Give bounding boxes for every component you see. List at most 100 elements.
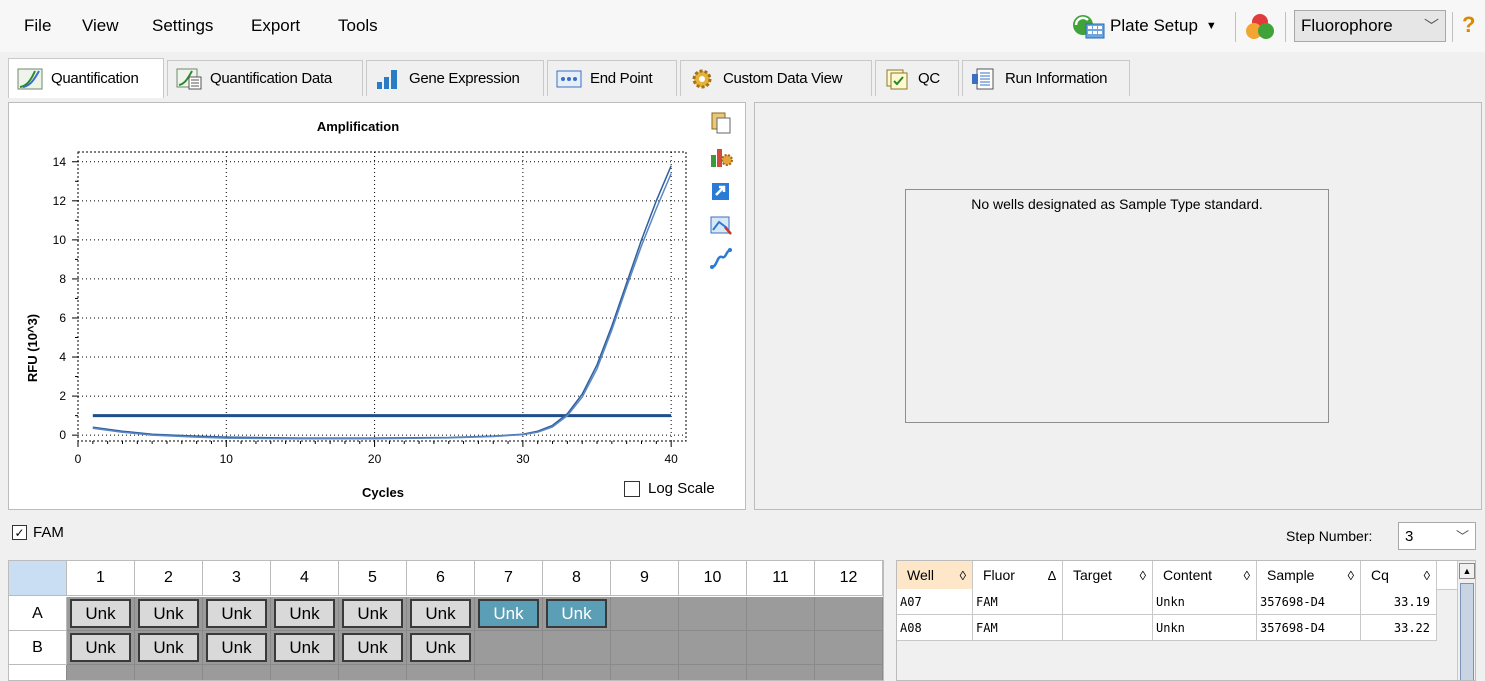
plate-column-header-cell[interactable]: 8: [543, 561, 611, 596]
column-header-cq[interactable]: Cq ◊: [1361, 561, 1437, 589]
column-header-sample[interactable]: Sample ◊: [1257, 561, 1361, 589]
plate-well[interactable]: Unk: [203, 597, 271, 631]
plate-well[interactable]: Unk: [135, 597, 203, 631]
plate-well[interactable]: [815, 597, 883, 631]
plate-well-partial[interactable]: [135, 665, 203, 680]
plate-column-header-cell[interactable]: 10: [679, 561, 747, 596]
scroll-up-icon[interactable]: ▲: [1459, 563, 1475, 579]
plate-row-header[interactable]: A: [9, 597, 67, 631]
plate-well[interactable]: Unk: [407, 597, 475, 631]
plate-column-header-cell[interactable]: 2: [135, 561, 203, 596]
fam-checkbox[interactable]: ✓: [12, 525, 27, 540]
table-cell[interactable]: 33.22: [1361, 615, 1437, 641]
table-cell[interactable]: Unkn: [1153, 589, 1257, 615]
plate-column-header-cell[interactable]: 7: [475, 561, 543, 596]
color-dots-button[interactable]: [1243, 12, 1277, 45]
menu-tools[interactable]: Tools: [338, 16, 378, 36]
table-cell[interactable]: 357698-D4: [1257, 615, 1361, 641]
plate-well[interactable]: [747, 631, 815, 665]
fluorophore-select[interactable]: Fluorophore ﹀: [1294, 10, 1446, 42]
plate-well-partial[interactable]: [203, 665, 271, 680]
menu-file[interactable]: File: [24, 16, 51, 36]
scrollbar-thumb[interactable]: [1460, 583, 1474, 680]
plate-well[interactable]: Unk: [339, 631, 407, 665]
plate-well[interactable]: [611, 597, 679, 631]
zoom-tool-icon[interactable]: [709, 213, 733, 240]
plate-well[interactable]: [611, 631, 679, 665]
plate-well-partial[interactable]: [339, 665, 407, 680]
export-icon[interactable]: [709, 179, 733, 206]
table-cell[interactable]: FAM: [973, 615, 1063, 641]
plate-well-partial[interactable]: [815, 665, 883, 680]
plate-well[interactable]: [679, 597, 747, 631]
plate-well[interactable]: Unk: [407, 631, 475, 665]
plate-well[interactable]: Unk: [67, 631, 135, 665]
step-number-select[interactable]: 3 ﹀: [1398, 522, 1476, 550]
table-cell[interactable]: 33.19: [1361, 589, 1437, 615]
plate-well[interactable]: [543, 631, 611, 665]
plate-well[interactable]: Unk: [135, 631, 203, 665]
menu-settings[interactable]: Settings: [152, 16, 213, 36]
column-header-fluor[interactable]: Fluor ∆: [973, 561, 1063, 589]
sort-icon: ◊: [1423, 567, 1430, 583]
menu-export[interactable]: Export: [251, 16, 300, 36]
plate-row-header[interactable]: B: [9, 631, 67, 665]
table-cell[interactable]: Unkn: [1153, 615, 1257, 641]
tab-custom-data-view[interactable]: Custom Data View: [680, 60, 872, 96]
table-cell[interactable]: [1063, 589, 1153, 615]
tab-quantification-data[interactable]: Quantification Data: [167, 60, 363, 96]
plate-column-header-cell[interactable]: 5: [339, 561, 407, 596]
column-header-content[interactable]: Content ◊: [1153, 561, 1257, 589]
tab-gene-expression[interactable]: Gene Expression: [366, 60, 544, 96]
plate-well-partial[interactable]: [9, 665, 67, 680]
plate-well-partial[interactable]: [679, 665, 747, 680]
plate-well[interactable]: Unk: [543, 597, 611, 631]
table-cell[interactable]: A07: [897, 589, 973, 615]
help-icon[interactable]: ?: [1462, 12, 1475, 38]
menu-view[interactable]: View: [82, 16, 119, 36]
tab-run-information[interactable]: Run Information: [962, 60, 1130, 96]
plate-column-header-cell[interactable]: 12: [815, 561, 883, 596]
plate-well-partial[interactable]: [271, 665, 339, 680]
column-header-well[interactable]: Well ◊: [897, 561, 973, 589]
table-cell[interactable]: A08: [897, 615, 973, 641]
table-cell[interactable]: [1063, 615, 1153, 641]
plate-well[interactable]: Unk: [67, 597, 135, 631]
plate-column-header-cell[interactable]: 1: [67, 561, 135, 596]
plate-well-partial[interactable]: [67, 665, 135, 680]
plate-column-header-cell[interactable]: 6: [407, 561, 475, 596]
plate-well-partial[interactable]: [475, 665, 543, 680]
plate-well[interactable]: Unk: [203, 631, 271, 665]
plate-setup-button[interactable]: Plate Setup ▼: [1070, 10, 1217, 42]
plate-well[interactable]: Unk: [475, 597, 543, 631]
plate-well-partial[interactable]: [543, 665, 611, 680]
plate-well[interactable]: Unk: [271, 597, 339, 631]
tab-qc[interactable]: QC: [875, 60, 959, 96]
plate-well-partial[interactable]: [407, 665, 475, 680]
plate-well[interactable]: Unk: [271, 631, 339, 665]
plate-well[interactable]: [475, 631, 543, 665]
copy-icon[interactable]: [709, 111, 733, 138]
plate-column-header-cell[interactable]: 4: [271, 561, 339, 596]
plate-well[interactable]: [815, 631, 883, 665]
log-scale-checkbox[interactable]: [624, 480, 640, 497]
plate-well[interactable]: [747, 597, 815, 631]
table-cell[interactable]: 357698-D4: [1257, 589, 1361, 615]
plate-well-partial[interactable]: [611, 665, 679, 680]
plate-column-header-cell[interactable]: 9: [611, 561, 679, 596]
plate-well[interactable]: Unk: [339, 597, 407, 631]
plate-well[interactable]: [679, 631, 747, 665]
curve-fit-icon[interactable]: [709, 247, 733, 274]
plate-well-partial[interactable]: [747, 665, 815, 680]
table-cell[interactable]: FAM: [973, 589, 1063, 615]
column-header-target[interactable]: Target ◊: [1063, 561, 1153, 589]
chart-settings-icon[interactable]: [709, 145, 733, 172]
plate-column-header-cell[interactable]: 11: [747, 561, 815, 596]
plate-corner-cell[interactable]: [9, 561, 67, 596]
plate-column-header-cell[interactable]: 3: [203, 561, 271, 596]
tab-quantification[interactable]: Quantification: [8, 58, 164, 98]
tab-end-point[interactable]: End Point: [547, 60, 677, 96]
vertical-scrollbar[interactable]: ▲: [1457, 561, 1475, 680]
fam-toggle[interactable]: ✓ FAM: [12, 524, 64, 541]
log-scale-toggle[interactable]: Log Scale: [624, 480, 715, 497]
